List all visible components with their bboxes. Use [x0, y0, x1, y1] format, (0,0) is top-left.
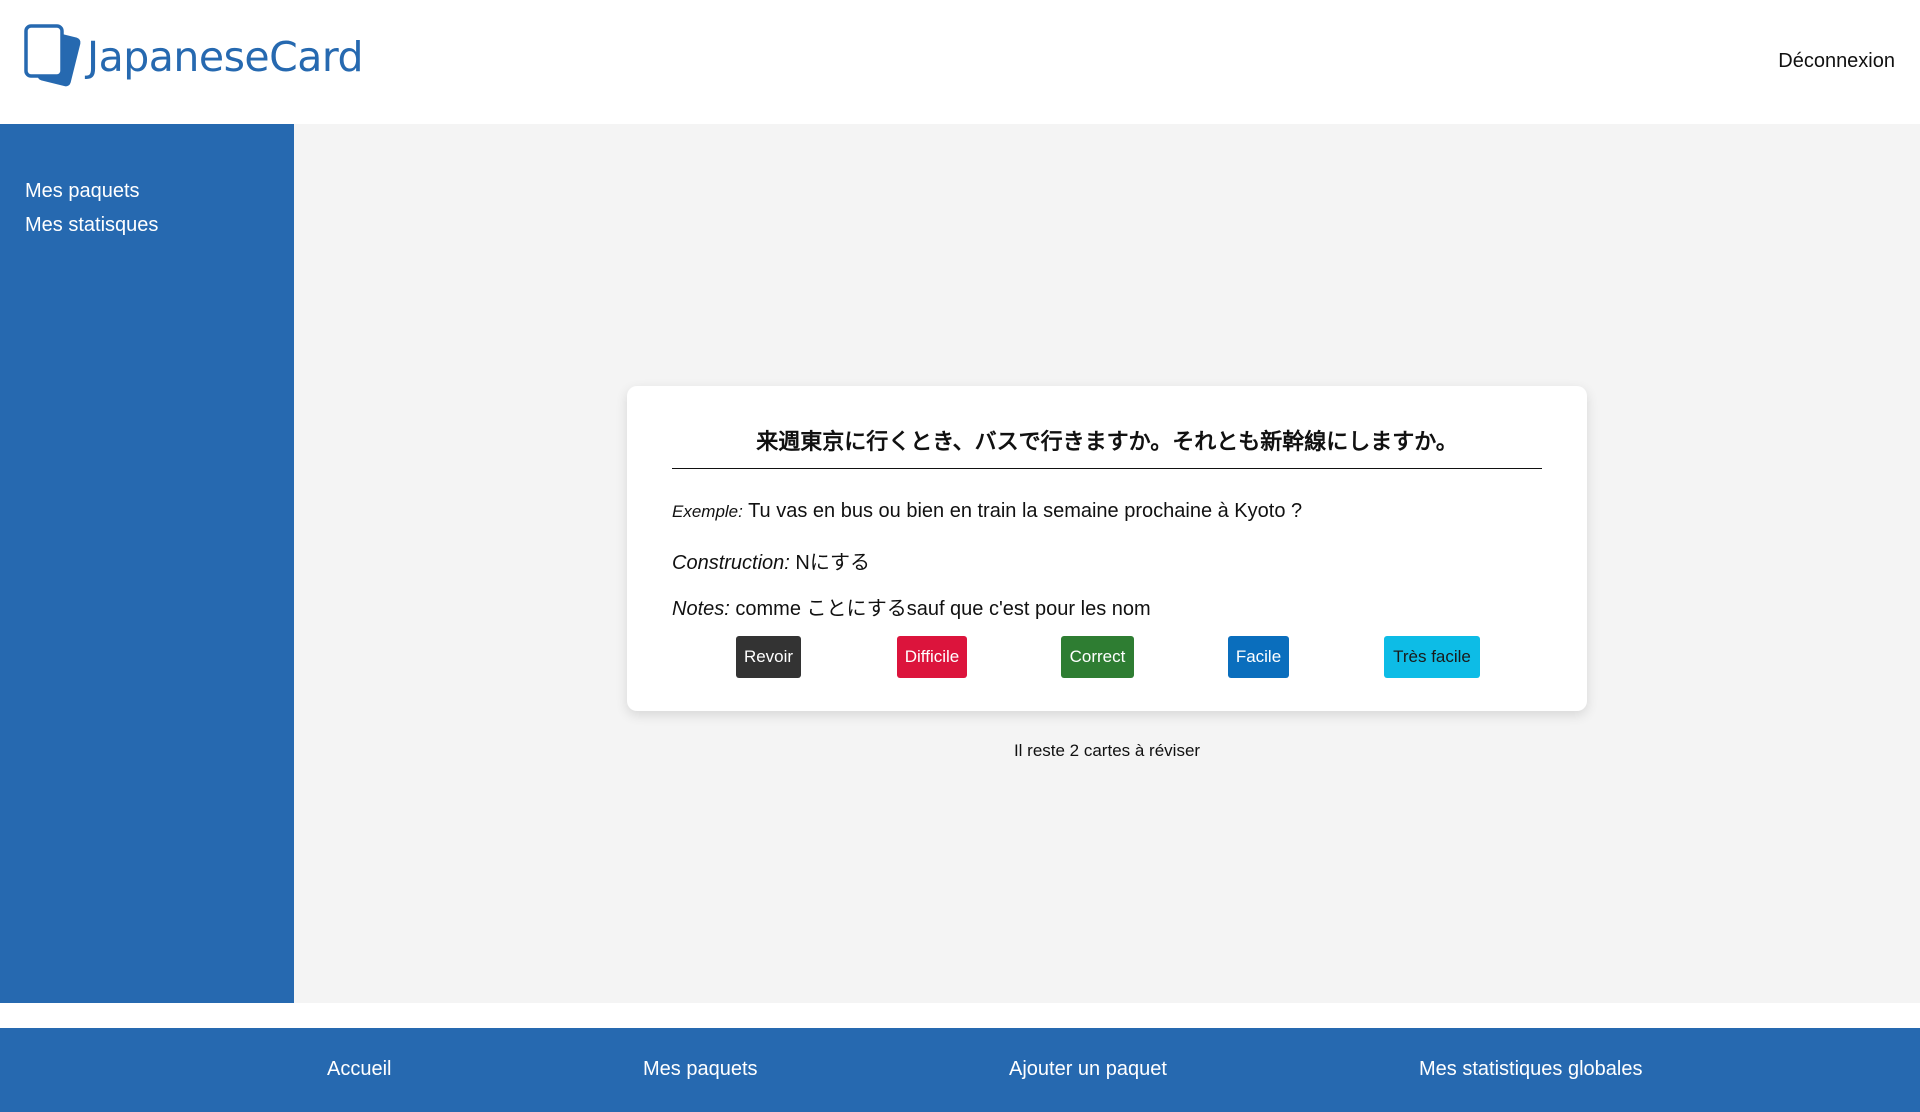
- logo-text: JapaneseCard: [87, 32, 364, 81]
- site-header: JapaneseCard Déconnexion: [0, 0, 1920, 124]
- remaining-cards-text: Il reste 2 cartes à réviser: [1013, 741, 1201, 760]
- site-footer: Accueil Mes paquets Ajouter un paquet Me…: [0, 1028, 1920, 1112]
- construction-label: Construction:: [672, 552, 790, 574]
- card-divider: [672, 468, 1542, 469]
- construction-value: Nにする: [795, 552, 871, 574]
- card-example: Exemple: Tu vas en bus ou bien en train …: [672, 500, 1302, 523]
- difficile-button[interactable]: Difficile: [897, 636, 967, 678]
- example-label: Exemple:: [672, 502, 743, 521]
- logo[interactable]: JapaneseCard: [24, 24, 364, 90]
- footer-link-accueil[interactable]: Accueil: [327, 1058, 391, 1081]
- sidebar: Mes paquets Mes statisques: [0, 124, 294, 1003]
- footer-link-statistiques-globales[interactable]: Mes statistiques globales: [1419, 1058, 1642, 1081]
- logout-link[interactable]: Déconnexion: [1778, 50, 1895, 73]
- footer-link-ajouter-paquet[interactable]: Ajouter un paquet: [1009, 1058, 1167, 1081]
- notes-label: Notes:: [672, 598, 730, 620]
- sidebar-item-mes-statisques[interactable]: Mes statisques: [25, 214, 158, 237]
- example-value: Tu vas en bus ou bien en train la semain…: [748, 500, 1303, 522]
- cards-logo-icon: [24, 24, 81, 87]
- correct-button[interactable]: Correct: [1061, 636, 1134, 678]
- flashcard: 来週東京に行くとき、バスで行きますか。それとも新幹線にしますか。 Exemple…: [627, 386, 1587, 711]
- facile-button[interactable]: Facile: [1228, 636, 1289, 678]
- card-notes: Notes: comme ことにするsauf que c'est pour le…: [672, 592, 1151, 621]
- notes-value: comme ことにするsauf que c'est pour les nom: [735, 598, 1151, 620]
- card-question: 来週東京に行くとき、バスで行きますか。それとも新幹線にしますか。: [756, 429, 1458, 454]
- footer-link-mes-paquets[interactable]: Mes paquets: [643, 1058, 758, 1081]
- tres-facile-button[interactable]: Très facile: [1384, 636, 1480, 678]
- sidebar-item-mes-paquets[interactable]: Mes paquets: [25, 180, 140, 203]
- revoir-button[interactable]: Revoir: [736, 636, 801, 678]
- card-construction: Construction: Nにする: [672, 546, 870, 575]
